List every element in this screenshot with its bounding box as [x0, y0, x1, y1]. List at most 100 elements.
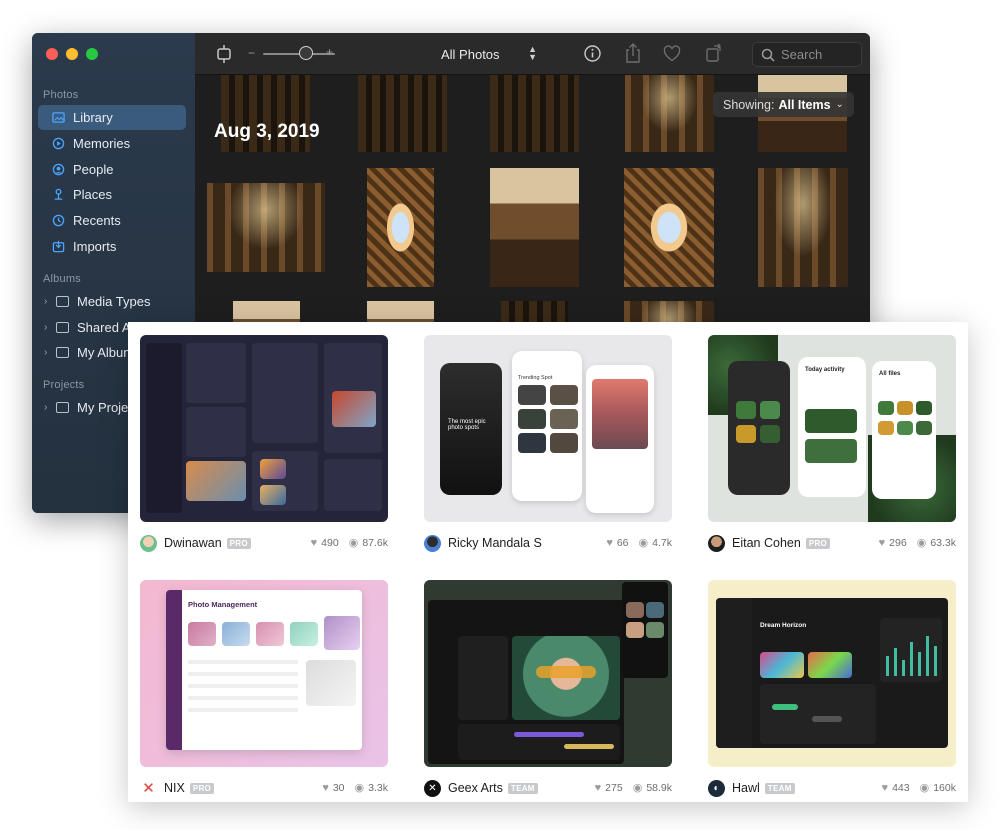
photo-thumbnail[interactable] [758, 168, 848, 287]
zoom-out-button[interactable]: − [248, 46, 255, 60]
shot-thumbnail[interactable] [140, 335, 388, 522]
shot-stats: ♥ 30 ◉ 3.3k [322, 781, 388, 795]
search-placeholder: Search [781, 47, 823, 62]
shot-card[interactable]: ✕ Geex Arts TEAM ♥ 275 ◉ 58.9k [424, 580, 672, 803]
mock-timeline [458, 724, 620, 760]
avatar[interactable] [140, 534, 157, 552]
folder-icon [56, 347, 69, 358]
sidebar-item-imports[interactable]: Imports [38, 234, 186, 259]
author-name[interactable]: Eitan Cohen [732, 536, 801, 550]
mock-panel [186, 407, 246, 457]
view-select[interactable]: All Photos ▲ ▼ [433, 42, 545, 66]
mock-photo [518, 433, 546, 453]
mock-photo [736, 425, 756, 443]
shot-thumbnail[interactable]: The most epic photo spots Trending Spot [424, 335, 672, 522]
chevron-right-icon[interactable]: › [44, 402, 50, 413]
search-field[interactable]: Search [752, 42, 862, 67]
mock-photo [626, 602, 644, 618]
mock-panel [186, 343, 246, 403]
chevron-right-icon[interactable]: › [44, 322, 50, 333]
shot-meta: ✕ Geex Arts TEAM ♥ 275 ◉ 58.9k [424, 773, 672, 803]
sidebar-item-media-types[interactable]: › Media Types [38, 289, 186, 314]
shot-stats: ♥ 443 ◉ 160k [882, 781, 956, 795]
mock-phone-text: Trending Spot [518, 375, 553, 381]
hawl-logo-icon[interactable]: ◐ [708, 779, 725, 797]
avatar[interactable] [424, 534, 441, 552]
photo-thumbnail[interactable] [624, 168, 714, 287]
author-name[interactable]: NIX [164, 781, 185, 795]
mock-photo [592, 379, 648, 449]
author-name[interactable]: Hawl [732, 781, 760, 795]
sidebar-item-library[interactable]: Library [38, 105, 186, 130]
mock-layers-panel [458, 636, 508, 720]
showing-filter-button[interactable]: Showing: All Items ⌄ [713, 92, 854, 117]
author-name[interactable]: Ricky Mandala S [448, 536, 542, 550]
mock-photo [256, 622, 284, 646]
shot-card[interactable]: Dream Horizon ◐ Hawl TEAM ♥ 443 ◉ 160k [708, 580, 956, 803]
heart-icon[interactable]: ♥ [879, 537, 886, 549]
shot-thumbnail[interactable] [424, 580, 672, 767]
slideshow-icon[interactable] [215, 44, 233, 64]
sidebar-section-photos: Photos [43, 89, 79, 101]
shot-meta: ◐ Hawl TEAM ♥ 443 ◉ 160k [708, 773, 956, 803]
shot-card[interactable]: The most epic photo spots Trending Spot … [424, 335, 672, 558]
toolbar: − + All Photos ▲ ▼ Search [195, 33, 870, 75]
photo-thumbnail[interactable] [207, 183, 325, 272]
shot-thumbnail[interactable]: Photo Management [140, 580, 388, 767]
date-heading: Aug 3, 2019 [214, 121, 320, 142]
heart-icon[interactable]: ♥ [595, 782, 602, 794]
avatar[interactable] [708, 534, 725, 552]
heart-icon[interactable]: ♥ [606, 537, 613, 549]
sidebar-item-places[interactable]: Places [38, 182, 186, 207]
chevron-right-icon[interactable]: › [44, 296, 50, 307]
pro-badge: PRO [226, 537, 251, 549]
eye-icon: ◉ [354, 782, 365, 794]
mock-panel [324, 459, 382, 511]
nix-logo-icon[interactable]: ✕ [140, 779, 157, 797]
mock-row [188, 696, 298, 700]
author-name[interactable]: Dwinawan [164, 536, 222, 550]
chevron-down-icon: ⌄ [835, 99, 844, 110]
likes-count: 275 [605, 781, 623, 794]
chevron-right-icon[interactable]: › [44, 347, 50, 358]
shot-meta: ✕ NIX PRO ♥ 30 ◉ 3.3k [140, 773, 388, 803]
shot-card[interactable]: Photo Management ✕ NIX PRO ♥ 30 ◉ 3.3k [140, 580, 388, 803]
folder-icon [56, 402, 69, 413]
photo-thumbnail[interactable] [490, 168, 579, 287]
places-icon [54, 188, 63, 200]
photo-thumbnail[interactable] [367, 168, 434, 287]
shot-card[interactable]: Dwinawan PRO ♥ 490 ◉ 87.6k [140, 335, 388, 558]
shot-thumbnail[interactable]: Dream Horizon [708, 580, 956, 767]
photo-thumbnail[interactable] [490, 75, 579, 152]
mock-photo [306, 660, 356, 706]
mock-timeline-clip [564, 744, 614, 749]
info-icon[interactable] [583, 44, 602, 63]
mock-photo [290, 622, 318, 646]
minimize-window-button[interactable] [66, 48, 78, 60]
author-name[interactable]: Geex Arts [448, 781, 503, 795]
share-icon[interactable] [624, 42, 642, 64]
sidebar-item-recents[interactable]: Recents [38, 208, 186, 233]
stage: Photos Library Memories People Places Re… [0, 0, 1000, 830]
zoom-window-button[interactable] [86, 48, 98, 60]
photo-thumbnail[interactable] [358, 75, 447, 152]
people-icon [52, 163, 65, 176]
zoom-in-button[interactable]: + [326, 45, 333, 59]
photo-thumbnail[interactable] [625, 75, 714, 152]
heart-icon[interactable]: ♥ [311, 537, 318, 549]
shot-card[interactable]: Today activity All files Eitan Cohen PRO… [708, 335, 956, 558]
heart-icon[interactable]: ♥ [882, 782, 889, 794]
sidebar-item-label: Library [73, 110, 113, 125]
geex-logo-icon[interactable]: ✕ [424, 779, 441, 797]
sidebar-item-people[interactable]: People [38, 157, 186, 182]
mock-photo [916, 401, 932, 415]
close-window-button[interactable] [46, 48, 58, 60]
rotate-icon[interactable] [705, 43, 723, 63]
shot-stats: ♥ 296 ◉ 63.3k [879, 536, 956, 550]
sidebar-item-memories[interactable]: Memories [38, 131, 186, 156]
shot-thumbnail[interactable]: Today activity All files [708, 335, 956, 522]
zoom-slider-knob[interactable] [299, 46, 313, 60]
likes-count: 490 [321, 536, 339, 549]
heart-icon[interactable]: ♥ [322, 782, 329, 794]
favorite-heart-icon[interactable] [663, 45, 681, 62]
